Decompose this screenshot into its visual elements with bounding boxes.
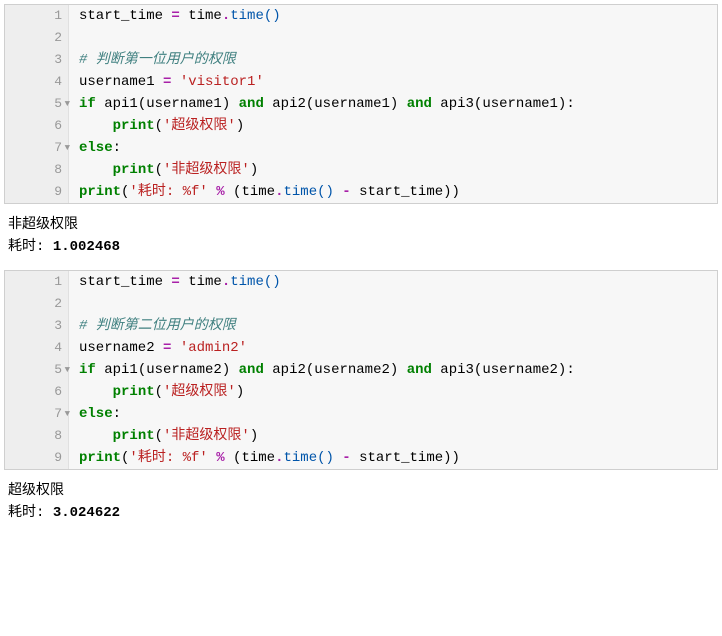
line-number: 1 <box>54 5 62 27</box>
code-line: 1 start_time = time.time() <box>5 271 717 293</box>
output-line: 非超级权限 <box>8 214 714 236</box>
output-cell-2: 超级权限 耗时: 3.024622 <box>4 476 718 536</box>
line-number: 4 <box>54 71 62 93</box>
code-cell-2[interactable]: 1 start_time = time.time() 2 3 # 判断第二位用户… <box>4 270 718 470</box>
gutter: 2 <box>5 27 69 49</box>
line-number: 5 <box>54 93 62 115</box>
gutter: 3 <box>5 315 69 337</box>
gutter: 8 <box>5 159 69 181</box>
code-line: 8 print('非超级权限') <box>5 425 717 447</box>
output-cell-1: 非超级权限 耗时: 1.002468 <box>4 210 718 270</box>
line-number: 7 <box>54 403 62 425</box>
code-text[interactable] <box>69 27 717 49</box>
code-text[interactable]: username1 = 'visitor1' <box>69 71 717 93</box>
code-text[interactable]: start_time = time.time() <box>69 271 717 293</box>
code-line: 9 print('耗时: %f' % (time.time() - start_… <box>5 447 717 469</box>
code-line: 1 start_time = time.time() <box>5 5 717 27</box>
fold-icon[interactable]: ▼ <box>65 359 70 381</box>
line-number: 6 <box>54 381 62 403</box>
code-line: 4 username1 = 'visitor1' <box>5 71 717 93</box>
code-cell-1[interactable]: 1 start_time = time.time() 2 3 # 判断第一位用户… <box>4 4 718 204</box>
line-number: 2 <box>54 293 62 315</box>
gutter: 2 <box>5 293 69 315</box>
code-line: 9 print('耗时: %f' % (time.time() - start_… <box>5 181 717 203</box>
fold-icon[interactable]: ▼ <box>65 93 70 115</box>
code-text[interactable]: # 判断第二位用户的权限 <box>69 315 717 337</box>
line-number: 7 <box>54 137 62 159</box>
line-number: 4 <box>54 337 62 359</box>
code-line: 4 username2 = 'admin2' <box>5 337 717 359</box>
code-line: 3 # 判断第一位用户的权限 <box>5 49 717 71</box>
line-number: 8 <box>54 425 62 447</box>
code-line: 2 <box>5 293 717 315</box>
gutter: 4 <box>5 71 69 93</box>
code-text[interactable]: if api1(username1) and api2(username1) a… <box>69 93 717 115</box>
code-line: 2 <box>5 27 717 49</box>
code-text[interactable]: print('非超级权限') <box>69 425 717 447</box>
gutter: 7▼ <box>5 137 69 159</box>
gutter: 9 <box>5 447 69 469</box>
code-text[interactable]: print('耗时: %f' % (time.time() - start_ti… <box>69 181 717 203</box>
code-line: 5▼ if api1(username2) and api2(username2… <box>5 359 717 381</box>
line-number: 2 <box>54 27 62 49</box>
output-line: 耗时: 1.002468 <box>8 236 714 258</box>
fold-icon[interactable]: ▼ <box>65 403 70 425</box>
fold-icon[interactable]: ▼ <box>65 137 70 159</box>
code-line: 7▼ else: <box>5 403 717 425</box>
gutter: 1 <box>5 5 69 27</box>
code-text[interactable]: username2 = 'admin2' <box>69 337 717 359</box>
code-text[interactable]: print('超级权限') <box>69 115 717 137</box>
gutter: 3 <box>5 49 69 71</box>
code-line: 7▼ else: <box>5 137 717 159</box>
code-line: 6 print('超级权限') <box>5 381 717 403</box>
gutter: 6 <box>5 381 69 403</box>
line-number: 9 <box>54 447 62 469</box>
code-text[interactable]: print('非超级权限') <box>69 159 717 181</box>
line-number: 1 <box>54 271 62 293</box>
gutter: 5▼ <box>5 93 69 115</box>
code-text[interactable]: # 判断第一位用户的权限 <box>69 49 717 71</box>
gutter: 9 <box>5 181 69 203</box>
gutter: 1 <box>5 271 69 293</box>
code-text[interactable]: print('超级权限') <box>69 381 717 403</box>
line-number: 3 <box>54 49 62 71</box>
line-number: 5 <box>54 359 62 381</box>
code-text[interactable]: if api1(username2) and api2(username2) a… <box>69 359 717 381</box>
code-line: 3 # 判断第二位用户的权限 <box>5 315 717 337</box>
gutter: 4 <box>5 337 69 359</box>
line-number: 8 <box>54 159 62 181</box>
gutter: 5▼ <box>5 359 69 381</box>
code-line: 5▼ if api1(username1) and api2(username1… <box>5 93 717 115</box>
code-text[interactable] <box>69 293 717 315</box>
line-number: 6 <box>54 115 62 137</box>
code-line: 8 print('非超级权限') <box>5 159 717 181</box>
gutter: 8 <box>5 425 69 447</box>
code-text[interactable]: else: <box>69 137 717 159</box>
code-text[interactable]: start_time = time.time() <box>69 5 717 27</box>
code-text[interactable]: else: <box>69 403 717 425</box>
gutter: 7▼ <box>5 403 69 425</box>
line-number: 3 <box>54 315 62 337</box>
line-number: 9 <box>54 181 62 203</box>
code-text[interactable]: print('耗时: %f' % (time.time() - start_ti… <box>69 447 717 469</box>
output-line: 超级权限 <box>8 480 714 502</box>
gutter: 6 <box>5 115 69 137</box>
code-line: 6 print('超级权限') <box>5 115 717 137</box>
output-line: 耗时: 3.024622 <box>8 502 714 524</box>
